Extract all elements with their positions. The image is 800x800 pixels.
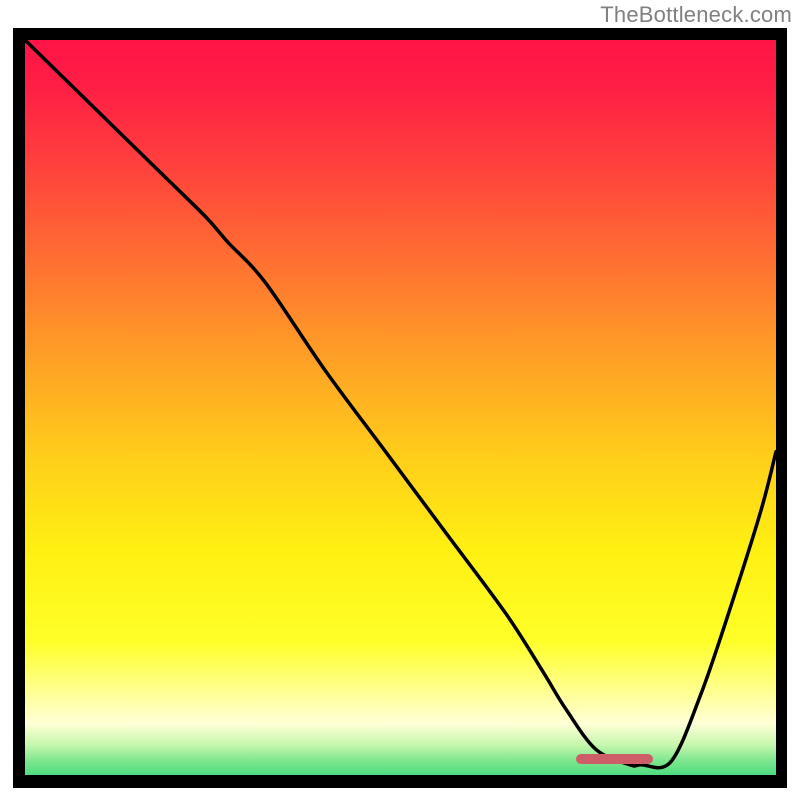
- chart-frame: TheBottleneck.com: [0, 0, 800, 800]
- bottleneck-curve: [25, 40, 776, 775]
- watermark-text: TheBottleneck.com: [600, 2, 792, 28]
- plot-area: [25, 40, 776, 775]
- optimal-marker: [576, 754, 653, 764]
- plot-border: [13, 28, 787, 788]
